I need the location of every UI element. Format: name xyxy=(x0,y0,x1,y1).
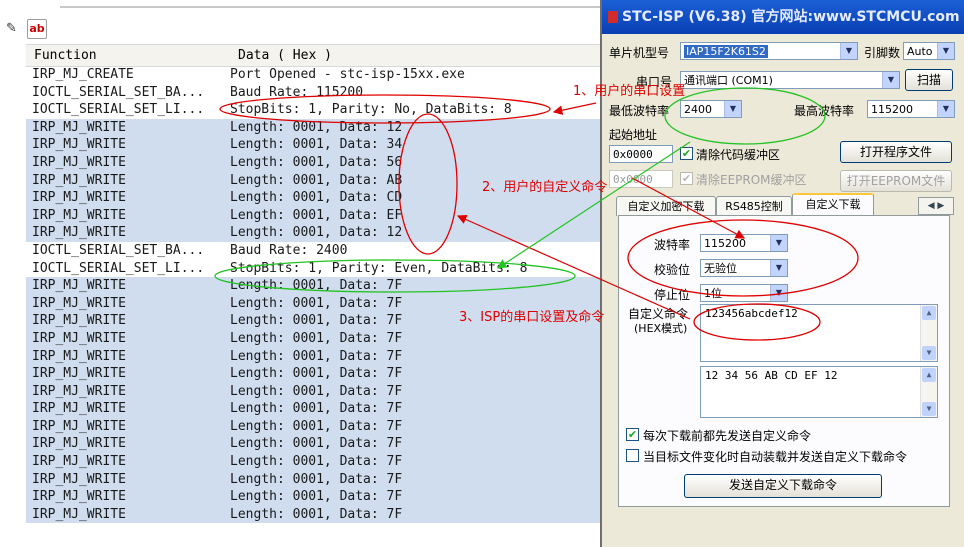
arrow-1 xyxy=(552,102,597,115)
arrow-3 xyxy=(496,141,691,269)
ellipse-min-baud xyxy=(664,87,826,145)
ellipse-panel-serial xyxy=(627,219,859,297)
ellipse-user-command xyxy=(398,113,458,255)
annotation-overlay xyxy=(214,87,859,341)
arrow-2 xyxy=(631,177,746,239)
ellipse-command-input xyxy=(693,303,821,341)
ellipse-isp-serial xyxy=(214,259,576,293)
ellipse-user-serial xyxy=(219,94,551,124)
arrow-2b xyxy=(456,215,691,320)
